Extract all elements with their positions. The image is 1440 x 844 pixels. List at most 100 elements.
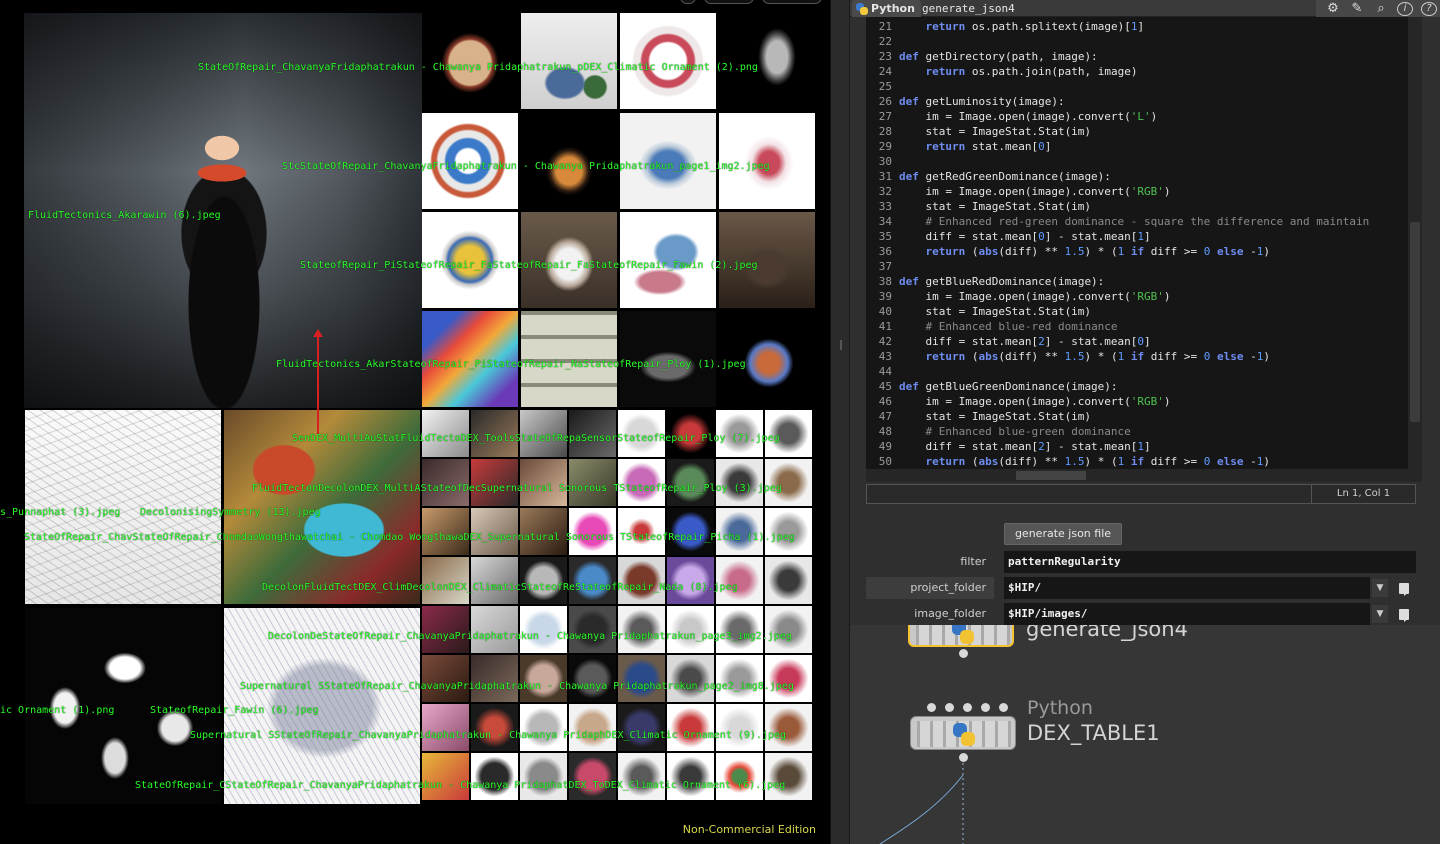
line-number: 48 xyxy=(878,425,892,438)
code-line: 34 # Enhanced red-green dominance - squa… xyxy=(866,214,1408,229)
image-tile[interactable] xyxy=(765,704,812,751)
pane-divider[interactable] xyxy=(830,0,850,844)
code-token: ] xyxy=(1044,140,1052,153)
info-icon[interactable]: i xyxy=(1397,1,1413,16)
scrollbar-thumb[interactable] xyxy=(1016,471,1086,480)
image-tile[interactable] xyxy=(716,704,763,751)
editor-status-bar: Ln 1, Col 1 xyxy=(866,484,1416,504)
image-tile[interactable] xyxy=(569,655,616,702)
gear-icon[interactable]: ⚙ xyxy=(1322,0,1344,17)
filename-label: StateOfRepair_ChavStateOfRepair_ChomdaoW… xyxy=(24,532,795,543)
image-tile[interactable] xyxy=(422,606,469,653)
image-tile[interactable] xyxy=(569,753,616,800)
chevron-down-icon[interactable]: ▼ xyxy=(1372,605,1388,623)
image-folder-field[interactable]: $HIP/images/ xyxy=(1004,603,1370,625)
viewport-control[interactable] xyxy=(762,0,822,4)
image-tile[interactable] xyxy=(520,655,567,702)
code-token: ) xyxy=(1263,245,1270,258)
image-tile[interactable] xyxy=(520,606,567,653)
image-tile[interactable] xyxy=(471,655,518,702)
chevron-down-icon[interactable]: ▼ xyxy=(1372,579,1388,597)
image-tile[interactable] xyxy=(716,655,763,702)
code-token: return xyxy=(925,20,966,33)
image-tile[interactable] xyxy=(618,704,665,751)
image-tile[interactable] xyxy=(620,13,716,109)
image-tile[interactable] xyxy=(716,606,763,653)
node-name-field[interactable]: generate_json4 xyxy=(922,0,1015,17)
image-tile[interactable] xyxy=(520,704,567,751)
line-number: 41 xyxy=(878,320,892,333)
horizontal-scrollbar[interactable] xyxy=(866,469,1422,482)
viewport-control[interactable] xyxy=(680,0,696,4)
filename-label: FluidTectonics_AkarStateofRepair_PiState… xyxy=(276,359,746,370)
vertical-scrollbar[interactable] xyxy=(1408,17,1422,469)
image-tile[interactable] xyxy=(471,557,518,604)
image-tile[interactable] xyxy=(520,557,567,604)
image-tile[interactable] xyxy=(765,606,812,653)
image-tile[interactable] xyxy=(422,13,518,109)
code-token: getBlueRedDominance(image): xyxy=(918,275,1105,288)
image-tile[interactable] xyxy=(719,13,815,109)
code-token: 1.5 xyxy=(1064,245,1085,258)
image-tile[interactable] xyxy=(569,606,616,653)
image-tile[interactable] xyxy=(569,704,616,751)
file-chooser-icon[interactable] xyxy=(1397,579,1413,597)
image-tile[interactable] xyxy=(471,704,518,751)
help-icon[interactable]: ? xyxy=(1421,1,1437,16)
image-tile[interactable] xyxy=(569,557,616,604)
image-tile[interactable] xyxy=(521,13,617,109)
image-tile[interactable] xyxy=(765,655,812,702)
generate-json-button[interactable]: generate json file xyxy=(1004,523,1122,545)
viewport-control[interactable] xyxy=(704,0,754,4)
image-tile[interactable] xyxy=(422,557,469,604)
brush-icon[interactable]: ✎ xyxy=(1346,0,1368,17)
image-tile[interactable] xyxy=(422,655,469,702)
code-line: 32 im = Image.open(image).convert('RGB') xyxy=(866,184,1408,199)
image-tile[interactable] xyxy=(618,606,665,653)
image-tile[interactable] xyxy=(520,753,567,800)
image-tile[interactable] xyxy=(716,557,763,604)
file-chooser-icon[interactable] xyxy=(1397,605,1413,623)
selection-handle[interactable] xyxy=(313,329,323,435)
image-tile[interactable] xyxy=(667,704,714,751)
image-tile[interactable] xyxy=(667,606,714,653)
node-type-tab[interactable]: Python xyxy=(852,0,921,17)
code-token: ] xyxy=(1144,335,1151,348)
image-tile[interactable] xyxy=(618,753,665,800)
code-token: ] - stat.mean[ xyxy=(1044,440,1138,453)
image-tile[interactable] xyxy=(765,557,812,604)
line-number: 36 xyxy=(878,245,892,258)
image-tile[interactable] xyxy=(716,753,763,800)
image-tile[interactable] xyxy=(471,753,518,800)
code-token: if xyxy=(1130,455,1145,468)
code-token: 2 xyxy=(1038,335,1045,348)
line-number: 44 xyxy=(878,365,892,378)
image-mosaic-viewport[interactable]: StateOfRepair_ChavanyaFridaphatrakun - C… xyxy=(0,0,830,844)
image-tile[interactable] xyxy=(618,557,665,604)
line-number: 37 xyxy=(878,260,892,273)
search-icon[interactable]: ⌕ xyxy=(1370,0,1392,17)
code-editor[interactable]: 21 return os.path.splitext(image)[1] 22 23… xyxy=(866,17,1408,469)
image-tile[interactable] xyxy=(422,753,469,800)
code-token: def xyxy=(899,50,919,63)
filter-field[interactable]: patternRegularity xyxy=(1004,551,1416,573)
code-line: 41 # Enhanced blue-red dominance xyxy=(866,319,1408,334)
line-number: 31 xyxy=(878,170,892,183)
image-tile[interactable] xyxy=(667,655,714,702)
code-token: ] xyxy=(1137,20,1145,33)
image-tile[interactable] xyxy=(471,606,518,653)
image-tile[interactable] xyxy=(667,753,714,800)
image-tile[interactable] xyxy=(667,557,714,604)
code-line: 43 return (abs(diff) ** 1.5) * (1 if dif… xyxy=(866,349,1408,364)
image-tile[interactable] xyxy=(765,753,812,800)
image-tile[interactable] xyxy=(422,704,469,751)
node-network-view[interactable]: generate_json4 Python DEX_TABLE1 xyxy=(850,625,1440,844)
scrollbar-thumb[interactable] xyxy=(1410,222,1420,422)
code-token: def xyxy=(899,95,919,108)
project-folder-field[interactable]: $HIP/ xyxy=(1004,577,1370,599)
image-tile[interactable] xyxy=(618,655,665,702)
